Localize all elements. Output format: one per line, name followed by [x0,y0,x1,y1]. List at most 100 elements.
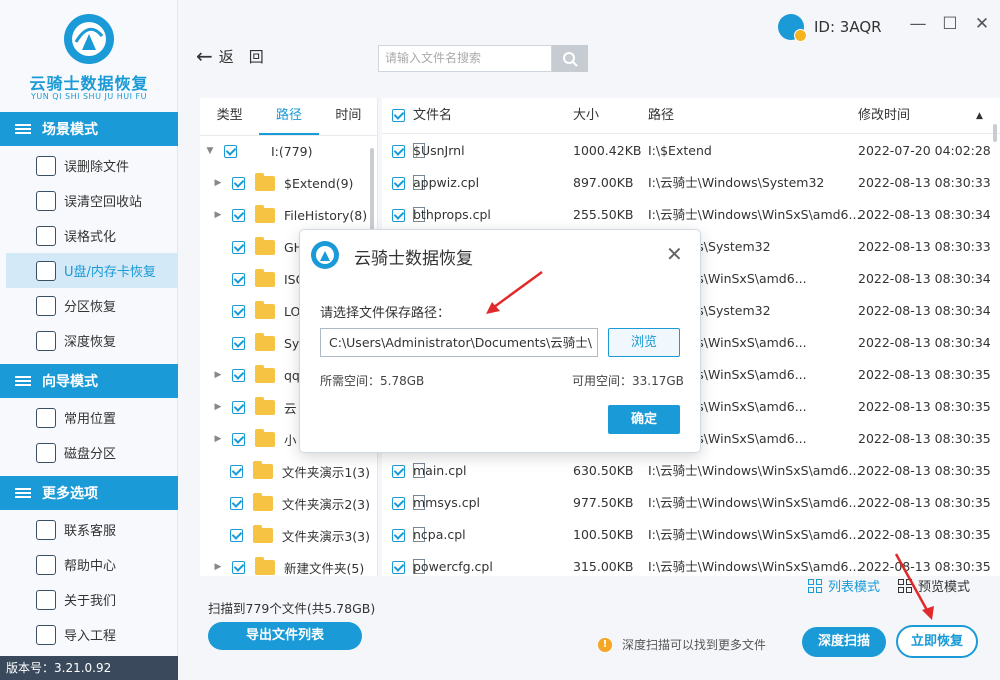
file-checkbox[interactable] [392,177,405,190]
expand-toggle-icon[interactable]: ▼ [204,146,216,156]
tree-node[interactable]: 文件夹演示1(3) [200,455,370,487]
tree-checkbox[interactable] [229,496,243,510]
tree-checkbox[interactable] [232,240,245,254]
sidebar-item-label: 常用位置 [64,412,117,427]
tree-node-label: 新建文件夹(5) [284,560,365,576]
confirm-button[interactable]: 确定 [608,405,680,434]
tree-checkbox[interactable] [232,560,245,574]
section-header-1: 向导模式 [0,364,178,398]
tree-node[interactable]: ▶ 新建文件夹(5) [200,551,370,576]
tree-checkbox[interactable] [232,304,245,318]
expand-toggle-icon[interactable]: ▶ [212,562,224,572]
import-icon [36,624,56,645]
file-row[interactable]: mmsys.cpl 977.50KB I:\云骑士\Windows\WinSxS\a… [382,487,1000,519]
export-file-list-button[interactable]: 导出文件列表 [208,622,362,650]
file-name: appwiz.cpl [413,175,480,190]
tree-checkbox[interactable] [232,368,245,382]
sidebar-item-1-1[interactable]: 磁盘分区 [0,435,178,470]
file-checkbox[interactable] [392,145,405,158]
sort-asc-icon[interactable]: ▲ [976,98,983,134]
file-row[interactable]: main.cpl 630.50KB I:\云骑士\Windows\WinSxS\am… [382,455,1000,487]
sidebar-item-2-2[interactable]: 关于我们 [0,582,178,617]
tree-checkbox[interactable] [232,176,245,190]
file-size: 630.50KB [573,463,634,478]
file-name: ncpa.cpl [413,527,466,542]
tree-node[interactable]: ▼ I:(779) [200,135,370,167]
file-modified: 2022-08-13 08:30:34 [858,271,991,286]
file-row[interactable]: $UsnJrnl 1000.42KB I:\$Extend 2022-07-20 04… [382,135,1000,167]
tree-node[interactable]: ▶ FileHistory(8) [200,199,370,231]
dialog-close-icon[interactable]: ✕ [666,242,683,266]
sidebar-item-2-0[interactable]: 联系客服 [0,512,178,547]
tree-checkbox[interactable] [232,208,245,222]
tab-path[interactable]: 路径 [259,98,319,135]
expand-toggle-icon[interactable]: ▶ [212,434,224,444]
sidebar-item-1-0[interactable]: 常用位置 [0,400,178,435]
recover-now-button[interactable]: 立即恢复 [896,625,978,658]
file-modified: 2022-08-13 08:30:33 [858,239,991,254]
minimize-icon[interactable]: — [908,14,928,34]
tab-time[interactable]: 时间 [319,98,377,135]
file-row[interactable]: appwiz.cpl 897.00KB I:\云骑士\Windows\System3… [382,167,1000,199]
file-checkbox[interactable] [392,561,405,574]
tree-checkbox[interactable] [232,336,245,350]
file-checkbox[interactable] [392,465,405,478]
tree-node[interactable]: 文件夹演示2(3) [200,487,370,519]
sidebar-item-0-2[interactable]: 误格式化 [0,218,178,253]
search-input[interactable]: 请输入文件名搜索 [378,45,552,72]
sidebar-item-label: 导入工程 [64,629,117,644]
file-name: $UsnJrnl [413,143,465,158]
account-info[interactable]: ID: 3AQR [778,14,882,42]
tree-node-label: $Extend(9) [284,175,354,191]
select-all-checkbox[interactable] [392,109,405,122]
sidebar-item-0-3[interactable]: U盘/内存卡恢复 [6,253,178,288]
sidebar-item-0-0[interactable]: 误删除文件 [0,148,178,183]
file-checkbox[interactable] [392,209,405,222]
list-mode-button[interactable]: 列表模式 [808,576,880,595]
app-logo: 云骑士数据恢复 YUN QI SHI SHU JU HUI FU [0,0,178,112]
file-path: I:\云骑士\Windows\WinSxS\amd6... [648,463,861,478]
save-path-dialog: 云骑士数据恢复 ✕ 请选择文件保存路径： C:\Users\Administra… [300,230,700,452]
column-size[interactable]: 大小 [573,98,599,134]
sidebar-item-0-1[interactable]: 误清空回收站 [0,183,178,218]
save-path-input[interactable]: C:\Users\Administrator\Documents\云骑士\ [320,328,598,357]
sidebar-item-2-1[interactable]: 帮助中心 [0,547,178,582]
deep-scan-button[interactable]: 深度扫描 [802,627,886,657]
close-icon[interactable]: ✕ [972,14,992,34]
tree-node[interactable]: ▶ $Extend(9) [200,167,370,199]
column-name[interactable]: 文件名 [413,98,452,134]
window-controls: — ☐ ✕ [908,14,992,34]
tree-checkbox[interactable] [224,144,237,158]
expand-toggle-icon[interactable]: ▶ [212,210,224,220]
tab-type[interactable]: 类型 [200,98,259,135]
expand-toggle-icon[interactable]: ▶ [212,178,224,188]
maximize-icon[interactable]: ☐ [940,14,960,34]
tree-checkbox[interactable] [232,432,245,446]
common-location-icon [36,407,56,428]
column-modified[interactable]: 修改时间 [858,98,910,134]
column-path[interactable]: 路径 [648,98,674,134]
tree-checkbox[interactable] [229,528,243,542]
tree-checkbox[interactable] [232,272,245,286]
file-row[interactable]: ncpa.cpl 100.50KB I:\云骑士\Windows\WinSxS\am… [382,519,1000,551]
sidebar-item-0-5[interactable]: 深度恢复 [0,323,178,358]
file-modified: 2022-08-13 08:30:34 [858,303,991,318]
sidebar-item-2-3[interactable]: 导入工程 [0,617,178,652]
search-button[interactable] [552,45,588,72]
expand-toggle-icon[interactable]: ▶ [212,370,224,380]
tree-checkbox[interactable] [229,464,243,478]
file-checkbox[interactable] [392,529,405,542]
file-checkbox[interactable] [392,497,405,510]
available-space: 可用空间：33.17GB [572,374,684,388]
folder-icon [255,172,275,191]
file-row[interactable]: bthprops.cpl 255.50KB I:\云骑士\Windows\WinSx… [382,199,1000,231]
sidebar-item-0-4[interactable]: 分区恢复 [0,288,178,323]
tree-node-label: FileHistory(8) [284,207,368,223]
tree-node[interactable]: 文件夹演示3(3) [200,519,370,551]
tree-checkbox[interactable] [232,400,245,414]
back-button[interactable]: ← 返 回 [196,44,264,68]
list-scrollbar[interactable] [993,124,997,142]
expand-toggle-icon[interactable]: ▶ [212,402,224,412]
browse-button[interactable]: 浏览 [608,328,680,357]
recycle-bin-icon [36,190,56,211]
